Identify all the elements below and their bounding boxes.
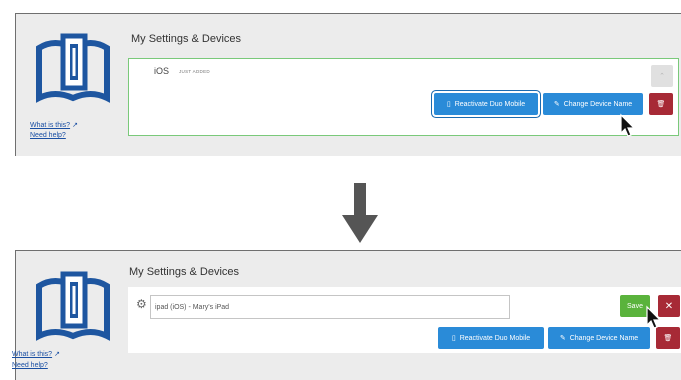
chevron-up-icon: ⌃: [659, 73, 665, 80]
page-title: My Settings & Devices: [131, 33, 242, 45]
device-os-name: iOS: [154, 66, 170, 76]
reactivate-duo-mobile-button[interactable]: ▯ Reactivate Duo Mobile: [438, 327, 544, 349]
device-name-input[interactable]: ipad (iOS) - Mary's iPad: [150, 295, 510, 319]
phone-icon: ▯: [451, 335, 456, 342]
arrow-down-icon: [342, 183, 378, 243]
collapse-button[interactable]: ⌃: [651, 65, 673, 87]
phone-icon: ▯: [446, 101, 451, 108]
change-device-name-button[interactable]: ✎ Change Device Name: [548, 327, 650, 349]
need-help-link[interactable]: Need help?: [30, 132, 66, 139]
what-is-this-link[interactable]: What is this? ↗: [12, 350, 60, 358]
mouse-cursor-icon: [646, 305, 662, 329]
mouse-cursor-icon: [620, 113, 636, 137]
page-title: My Settings & Devices: [129, 266, 240, 278]
trash-icon: 🗑: [663, 335, 673, 342]
external-link-icon: ↗: [72, 122, 78, 129]
reactivate-duo-mobile-button[interactable]: ▯ Reactivate Duo Mobile: [434, 93, 538, 115]
android-icon: ⚙: [136, 297, 147, 311]
duo-logo: [33, 266, 113, 346]
need-help-link[interactable]: Need help?: [12, 362, 48, 369]
pencil-icon: ✎: [553, 101, 560, 108]
delete-device-button[interactable]: 🗑: [656, 327, 680, 349]
trash-icon: 🗑: [656, 101, 666, 108]
delete-device-button[interactable]: 🗑: [649, 93, 673, 115]
close-icon: ✕: [664, 300, 674, 312]
tutorial-figure: What is this? ↗ Need help? My Settings & …: [0, 0, 681, 380]
external-link-icon: ↗: [54, 351, 60, 358]
just-added-badge: JUST ADDED: [179, 69, 210, 74]
change-device-name-button[interactable]: ✎ Change Device Name: [543, 93, 643, 115]
pencil-icon: ✎: [559, 335, 566, 342]
device-settings-panel-before: What is this? ↗ Need help? My Settings & …: [15, 13, 681, 156]
device-row-edit: ⚙ ipad (iOS) - Mary's iPad Save ✕ ▯ Reac…: [128, 287, 681, 353]
what-is-this-link[interactable]: What is this? ↗: [30, 121, 78, 129]
device-row-ios: iOS JUST ADDED ⌃ ▯ Reactivate Duo Mobile…: [128, 58, 679, 136]
duo-logo: [33, 28, 113, 108]
device-settings-panel-after: What is this? ↗ Need help? My Settings & …: [12, 250, 681, 380]
